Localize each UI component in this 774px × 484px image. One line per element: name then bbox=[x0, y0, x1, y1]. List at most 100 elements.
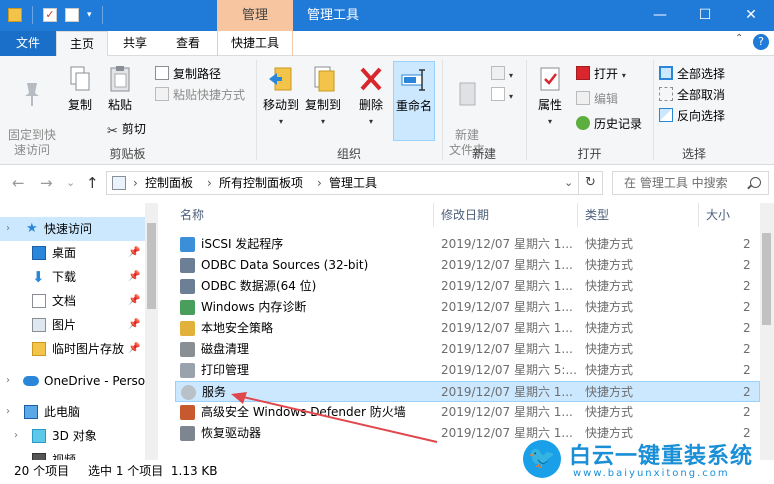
nav-videos[interactable]: 视频 bbox=[0, 448, 145, 460]
nav-this-pc[interactable]: › 此电脑 bbox=[0, 400, 145, 424]
nav-item-documents[interactable]: 文档 📌 bbox=[0, 289, 145, 313]
tab-file[interactable]: 文件 bbox=[0, 31, 56, 56]
new-folder-button[interactable]: 新建 文件夹 bbox=[447, 64, 487, 158]
nav-scrollbar[interactable] bbox=[145, 203, 158, 460]
paste-button[interactable]: 粘贴 bbox=[103, 64, 137, 113]
select-none-button[interactable]: 全部取消 bbox=[659, 85, 725, 105]
new-folder-icon[interactable] bbox=[65, 8, 79, 22]
invert-selection-button[interactable]: 反向选择 bbox=[659, 106, 725, 126]
rename-button[interactable]: 重命名 bbox=[393, 61, 435, 141]
open-group-label: 打开 bbox=[577, 147, 602, 161]
tab-home[interactable]: 主页 bbox=[56, 31, 108, 57]
paste-shortcut-button[interactable]: 粘贴快捷方式 bbox=[155, 85, 245, 105]
open-chevron-icon: ▾ bbox=[621, 71, 626, 80]
refresh-button[interactable]: ↻ bbox=[579, 171, 603, 195]
column-divider[interactable] bbox=[433, 203, 434, 227]
table-row[interactable]: 打印管理 2019/12/07 星期六 5:... 快捷方式 2 bbox=[175, 360, 760, 381]
maximize-button[interactable]: ☐ bbox=[683, 0, 727, 31]
file-size: 2 bbox=[743, 237, 751, 251]
minimize-button[interactable]: — bbox=[638, 0, 682, 31]
file-date: 2019/12/07 星期六 1... bbox=[441, 385, 573, 399]
breadcrumb-admin-tools[interactable]: 管理工具 bbox=[329, 172, 377, 194]
file-list-scrollbar[interactable] bbox=[760, 203, 774, 460]
nav-item-pictures[interactable]: 图片 📌 bbox=[0, 313, 145, 337]
address-bar[interactable]: › 控制面板 › 所有控制面板项 › 管理工具 ⌄ bbox=[106, 171, 579, 195]
column-header-name[interactable]: 名称 bbox=[180, 203, 204, 227]
select-all-button[interactable]: 全部选择 bbox=[659, 64, 725, 84]
nav-quick-access[interactable]: › ★ 快速访问 bbox=[0, 217, 145, 241]
table-row[interactable]: ODBC 数据源(64 位) 2019/12/07 星期六 1... 快捷方式 … bbox=[175, 276, 760, 297]
history-button[interactable]: 历史记录 bbox=[576, 114, 642, 134]
easy-access-icon bbox=[491, 87, 505, 101]
forward-arrow-icon[interactable]: → bbox=[40, 174, 53, 192]
column-header-type[interactable]: 类型 bbox=[585, 203, 609, 227]
nav-item-downloads[interactable]: ⬇ 下载 📌 bbox=[0, 265, 145, 289]
up-arrow-icon[interactable]: ↑ bbox=[86, 174, 99, 192]
help-icon[interactable]: ? bbox=[753, 34, 769, 50]
scrollbar-thumb[interactable] bbox=[147, 223, 156, 309]
move-to-button[interactable]: 移动到 ▾ bbox=[261, 64, 301, 129]
customize-toolbar-chevron-icon[interactable]: ▾ bbox=[87, 10, 101, 24]
pictures-icon bbox=[32, 318, 46, 332]
delete-button[interactable]: 删除 ▾ bbox=[354, 64, 388, 129]
file-name: 本地安全策略 bbox=[201, 321, 274, 335]
nav-item-temp-pictures[interactable]: 临时图片存放 📌 bbox=[0, 337, 145, 361]
address-row: ← → ⌄ ↑ › 控制面板 › 所有控制面板项 › 管理工具 ⌄ ↻ 在 管理… bbox=[0, 166, 774, 200]
back-arrow-icon[interactable]: ← bbox=[12, 174, 25, 192]
column-header-date[interactable]: 修改日期 bbox=[441, 203, 489, 227]
properties-check-icon bbox=[540, 67, 560, 91]
new-folder-icon bbox=[459, 82, 476, 106]
computer-icon bbox=[24, 405, 38, 419]
copy-to-button[interactable]: 复制到 ▾ bbox=[303, 64, 343, 129]
nav-label: 3D 对象 bbox=[52, 429, 97, 443]
delete-label: 删除 bbox=[358, 98, 383, 112]
new-item-button[interactable]: ▾ bbox=[491, 64, 513, 84]
nav-onedrive[interactable]: › OneDrive - Perso bbox=[0, 369, 145, 393]
easy-access-button[interactable]: ▾ bbox=[491, 85, 513, 105]
pin-to-quick-access-button[interactable]: 固定到快 速访问 bbox=[6, 64, 58, 158]
column-divider[interactable] bbox=[698, 203, 699, 227]
pin-icon bbox=[25, 83, 39, 106]
window-title: 管理工具 bbox=[307, 8, 360, 23]
recent-locations-chevron-icon[interactable]: ⌄ bbox=[66, 176, 75, 189]
copy-button[interactable]: 复制 bbox=[63, 64, 97, 113]
scrollbar-thumb[interactable] bbox=[762, 233, 771, 325]
tab-share[interactable]: 共享 bbox=[110, 31, 160, 56]
column-divider[interactable] bbox=[577, 203, 578, 227]
search-placeholder: 在 管理工具 中搜索 bbox=[624, 176, 728, 190]
table-row[interactable]: ODBC Data Sources (32-bit) 2019/12/07 星期… bbox=[175, 255, 760, 276]
close-button[interactable]: ✕ bbox=[729, 0, 773, 31]
copy-path-button[interactable]: 复制路径 bbox=[155, 64, 221, 84]
table-row[interactable]: iSCSI 发起程序 2019/12/07 星期六 1... 快捷方式 2 bbox=[175, 234, 760, 255]
address-dropdown-chevron-icon[interactable]: ⌄ bbox=[564, 172, 573, 194]
folder-icon[interactable] bbox=[8, 8, 22, 22]
table-row[interactable]: 磁盘清理 2019/12/07 星期六 1... 快捷方式 2 bbox=[175, 339, 760, 360]
open-button[interactable]: 打开 ▾ bbox=[576, 64, 626, 84]
edit-button[interactable]: 编辑 bbox=[576, 89, 618, 109]
pin-icon: 📌 bbox=[128, 319, 141, 330]
nav-item-desktop[interactable]: 桌面 📌 bbox=[0, 241, 145, 265]
breadcrumb-all-control-panel-items[interactable]: 所有控制面板项 bbox=[219, 172, 303, 194]
column-header-size[interactable]: 大小 bbox=[706, 203, 730, 227]
tab-shortcut-tools[interactable]: 快捷工具 bbox=[217, 31, 293, 56]
file-type: 快捷方式 bbox=[585, 385, 634, 399]
invert-selection-label: 反向选择 bbox=[677, 109, 726, 123]
file-date: 2019/12/07 星期六 1... bbox=[441, 405, 573, 419]
nav-3d-objects[interactable]: › 3D 对象 bbox=[0, 424, 145, 448]
table-row[interactable]: Windows 内存诊断 2019/12/07 星期六 1... 快捷方式 2 bbox=[175, 297, 760, 318]
nav-label: 临时图片存放 bbox=[52, 342, 125, 356]
properties-check-icon[interactable]: ✓ bbox=[43, 8, 57, 22]
printer-icon bbox=[180, 363, 195, 378]
expand-chevron-icon: › bbox=[6, 375, 10, 386]
tab-view[interactable]: 查看 bbox=[162, 31, 214, 56]
search-input[interactable]: 在 管理工具 中搜索 bbox=[612, 171, 769, 195]
file-size: 2 bbox=[743, 321, 751, 335]
table-row[interactable]: 本地安全策略 2019/12/07 星期六 1... 快捷方式 2 bbox=[175, 318, 760, 339]
navigation-pane: › ★ 快速访问 桌面 📌 ⬇ 下载 📌 文档 📌 图片 📌 临时图片存放 📌 … bbox=[0, 203, 158, 460]
properties-button[interactable]: 属性 ▾ bbox=[531, 64, 569, 129]
history-icon bbox=[576, 116, 590, 130]
file-size: 2 bbox=[743, 342, 751, 356]
breadcrumb-control-panel[interactable]: 控制面板 bbox=[145, 172, 193, 194]
cut-button[interactable]: ✂ 剪切 bbox=[107, 119, 146, 139]
ribbon-collapse-icon[interactable]: ⌃ bbox=[735, 33, 743, 44]
